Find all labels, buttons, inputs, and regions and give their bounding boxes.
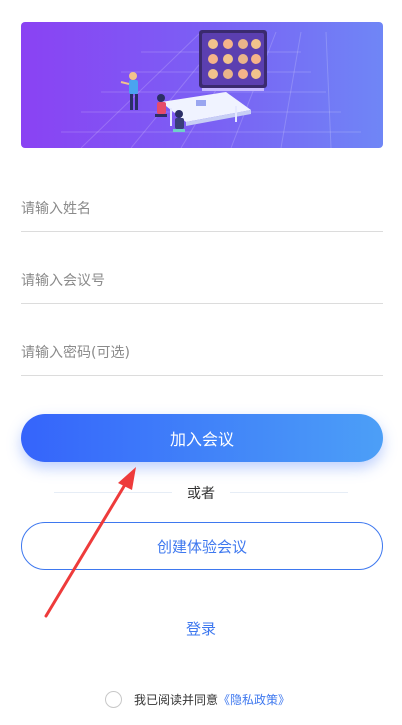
meeting-id-input[interactable] <box>21 258 383 303</box>
meeting-illustration-icon <box>61 30 361 148</box>
name-input[interactable] <box>21 186 383 231</box>
password-input[interactable] <box>21 330 383 375</box>
login-link[interactable]: 登录 <box>161 618 241 639</box>
privacy-agreement: 我已阅读并同意 《隐私政策》 <box>105 690 290 708</box>
agree-radio[interactable] <box>105 690 122 708</box>
banner-illustration <box>21 22 383 148</box>
or-divider-label: 或者 <box>187 486 215 502</box>
join-meeting-button[interactable]: 加入会议 <box>21 414 383 462</box>
create-trial-meeting-button[interactable]: 创建体验会议 <box>21 522 383 570</box>
privacy-policy-link[interactable]: 《隐私政策》 <box>218 691 290 708</box>
divider-right <box>230 492 348 493</box>
password-field[interactable] <box>21 330 383 376</box>
meeting-id-field[interactable] <box>21 258 383 304</box>
name-field[interactable] <box>21 186 383 232</box>
agree-text: 我已阅读并同意 <box>134 692 219 707</box>
divider-left <box>54 492 172 493</box>
